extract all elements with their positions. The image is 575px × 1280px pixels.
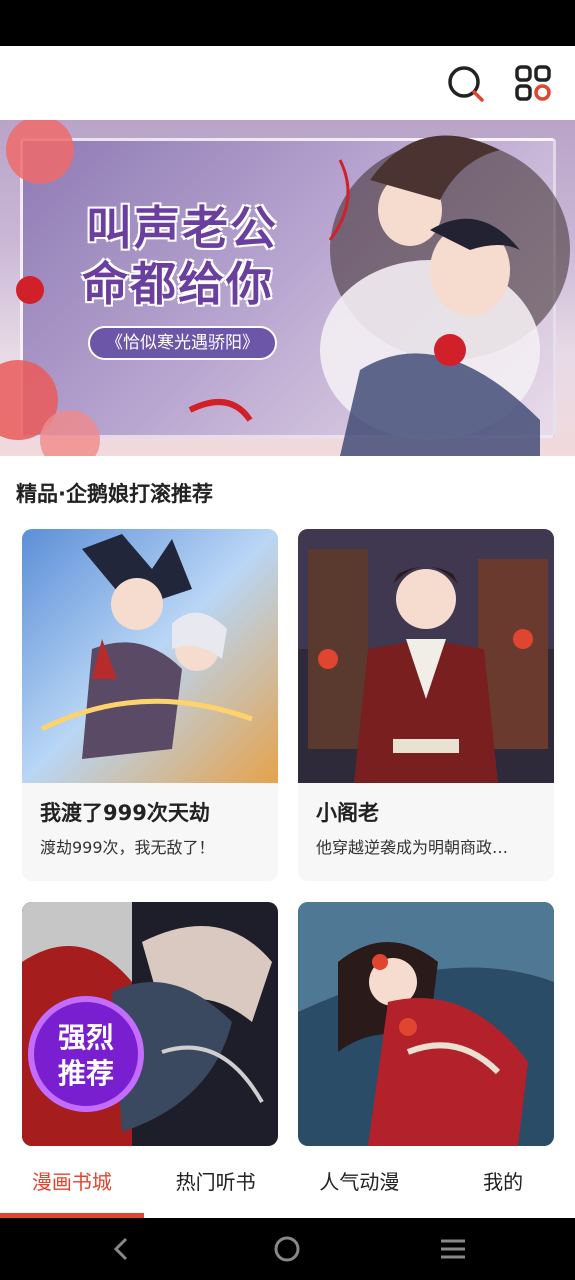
home-icon[interactable] bbox=[272, 1234, 302, 1264]
tab-hot-audiobooks[interactable]: 热门听书 bbox=[144, 1146, 288, 1218]
comic-cover: 强烈 推荐 bbox=[22, 902, 278, 1146]
comic-description: 渡劫999次，我无敌了！ bbox=[40, 838, 215, 857]
comic-card[interactable]: 小阁老 他穿越逆袭成为明朝商政… bbox=[298, 529, 554, 881]
tab-comic-store[interactable]: 漫画书城 bbox=[0, 1146, 144, 1218]
menu-icon[interactable] bbox=[438, 1234, 468, 1264]
comic-cover bbox=[298, 529, 554, 783]
comic-title: 小阁老 bbox=[316, 801, 379, 825]
bottom-tab-bar: 漫画书城 热门听书 人气动漫 我的 bbox=[0, 1146, 575, 1218]
search-icon[interactable] bbox=[446, 64, 486, 104]
system-nav-bar bbox=[0, 1218, 575, 1280]
apps-grid-icon[interactable] bbox=[514, 64, 554, 104]
comic-card[interactable]: 强烈 推荐 bbox=[22, 902, 278, 1146]
comic-card[interactable]: 我渡了999次天劫 渡劫999次，我无敌了！ bbox=[22, 529, 278, 881]
banner-subtitle: 《恰似寒光遇骄阳》 bbox=[88, 326, 277, 360]
tab-mine[interactable]: 我的 bbox=[431, 1146, 575, 1218]
comic-description: 他穿越逆袭成为明朝商政… bbox=[316, 838, 509, 857]
back-icon[interactable] bbox=[106, 1234, 136, 1264]
status-bar bbox=[0, 0, 575, 46]
comic-cover bbox=[298, 902, 554, 1146]
recommend-badge: 强烈 推荐 bbox=[28, 996, 144, 1112]
section-title: 精品·企鹅娘打滚推荐 bbox=[16, 482, 213, 506]
banner-illustration bbox=[320, 135, 570, 456]
top-bar bbox=[0, 46, 575, 120]
banner-title: 叫声老公 命都给你 bbox=[82, 201, 278, 311]
comic-cover bbox=[22, 529, 278, 783]
banner[interactable]: 叫声老公 命都给你 《恰似寒光遇骄阳》 bbox=[0, 120, 575, 456]
tab-popular-anime[interactable]: 人气动漫 bbox=[288, 1146, 432, 1218]
comic-card[interactable] bbox=[298, 902, 554, 1146]
comic-title: 我渡了999次天劫 bbox=[40, 801, 210, 825]
